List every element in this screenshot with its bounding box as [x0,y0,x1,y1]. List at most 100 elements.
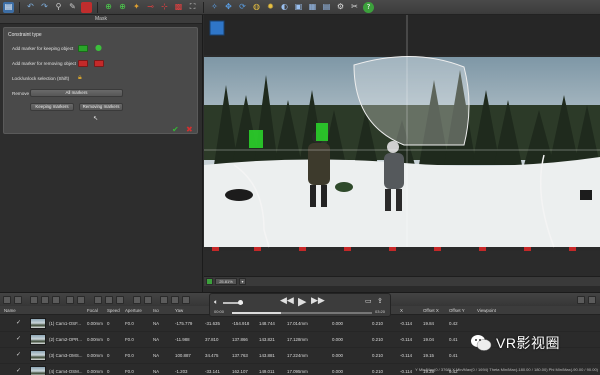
column-header[interactable]: Iso [153,308,159,313]
removing-markers-button[interactable]: Removing markers [79,103,123,111]
reject-icon[interactable]: ✖ [186,125,193,134]
list-tool-icon[interactable] [160,296,168,304]
row-check-icon[interactable]: ✓ [16,351,21,358]
column-header[interactable]: Yaw [175,308,183,313]
list-tool-icon[interactable] [133,296,141,304]
table-cell: -154.918 [232,321,250,326]
volume-icon[interactable]: 🔈︎ [214,298,218,307]
move-icon[interactable]: ✥ [223,2,234,13]
exposure-icon[interactable]: ✹ [265,2,276,13]
panorama-canvas[interactable] [204,15,600,276]
vertical-line-icon[interactable]: ⊹ [159,2,170,13]
volume-handle[interactable] [238,300,243,305]
undo-icon[interactable]: ↶ [25,2,36,13]
list-tool-icon[interactable] [171,296,179,304]
zoom-select[interactable]: 25.81% [215,278,237,285]
crop-icon[interactable]: ⛶ [187,2,198,13]
column-header[interactable]: Speed [107,308,120,313]
table-cell: -33.141 [205,369,220,374]
crosshair-move-icon[interactable]: ⊕ [117,2,128,13]
panorama-viewer[interactable]: 25.81% ▾ [204,15,600,292]
row-check-icon[interactable]: ✓ [16,367,21,374]
color-wheel-icon[interactable]: ◍ [251,2,262,13]
preview-thumbnail[interactable] [209,20,225,36]
save-icon[interactable]: ▤ [3,1,14,13]
rewind-icon[interactable]: ◀◀ [280,296,294,306]
list-tool-icon[interactable] [116,296,124,304]
row-check-icon[interactable]: ✓ [16,335,21,342]
column-header[interactable]: Name [4,308,16,313]
list-tool-icon[interactable] [52,296,60,304]
blend-icon[interactable]: ◐ [279,2,290,13]
batch-icon[interactable]: ▤ [321,2,332,13]
control-point-icon[interactable]: ✦ [131,2,142,13]
column-header[interactable]: Viewpoint [477,308,496,313]
display-icon[interactable]: ▭ [365,297,372,305]
table-row[interactable]: ✓ (1) Cam1-OSF... 0.00mm 0 F0.0 NA -175.779 -31… [0,316,600,332]
table-cell: NA [153,321,160,326]
list-tool-icon[interactable] [94,296,102,304]
crosshair-icon[interactable]: ⊕ [103,2,114,13]
remove-markers-select[interactable]: All markers [30,89,123,97]
list-tool-icon[interactable] [14,296,22,304]
keep-marker-button[interactable] [78,45,88,52]
list-tool-icon[interactable] [30,296,38,304]
column-header[interactable]: Focal [87,308,98,313]
redo-icon[interactable]: ↷ [39,2,50,13]
fit-view-icon[interactable] [206,278,213,285]
column-header[interactable]: Offset Y [449,308,465,313]
remove-marker-alt-button[interactable] [94,60,104,67]
optimize-icon[interactable]: ✧ [209,2,220,13]
table-cell: 17.128mm [287,337,308,342]
fast-forward-icon[interactable]: ▶▶ [311,296,325,306]
zoom-icon[interactable]: ⚲ [53,2,64,13]
table-cell: 0 [107,369,110,374]
table-cell: 0.210 [372,321,383,326]
share-icon[interactable]: ⇪ [377,297,383,305]
render-icon[interactable]: ▦ [307,2,318,13]
table-cell: 100.887 [175,353,191,358]
lock-icon[interactable]: 🔒︎ [78,73,82,82]
table-cell: 34.475 [205,353,219,358]
settings-icon[interactable]: ⚙ [335,2,346,13]
layout-right-icon[interactable] [588,296,596,304]
table-cell: 0.42 [449,321,458,326]
preview-icon[interactable]: ▣ [293,2,304,13]
mask-icon[interactable]: ▩ [173,2,184,13]
remove-marker-button[interactable] [78,60,88,67]
toolbar-separator [19,1,20,13]
list-tool-icon[interactable] [77,296,85,304]
table-cell: 17.224mm [287,353,308,358]
list-tool-icon[interactable] [41,296,49,304]
list-tool-icon[interactable] [182,296,190,304]
column-header[interactable]: X [400,308,403,313]
accept-icon[interactable]: ✔ [172,125,179,134]
zoom-stepper[interactable]: ▾ [239,278,246,285]
rotate-icon[interactable]: ⟳ [237,2,248,13]
edit-icon[interactable]: ✎ [67,2,78,13]
table-cell: -175.779 [175,321,193,326]
tools-icon[interactable]: ✂ [349,2,360,13]
table-cell: 19.84 [423,321,434,326]
list-tool-icon[interactable] [144,296,152,304]
column-header[interactable]: Offset X [423,308,439,313]
stop-icon[interactable] [81,1,92,13]
layout-left-icon[interactable] [577,296,585,304]
row-check-icon[interactable]: ✓ [16,319,21,326]
table-cell: 0 [107,353,110,358]
camera-bag [580,190,592,200]
list-tool-icon[interactable] [105,296,113,304]
list-tool-icon[interactable] [3,296,11,304]
play-icon[interactable]: ▶ [298,295,306,308]
media-controls: 🔈︎ ◀◀ ▶ ▶▶ ▭ ⇪ 00:00 03:20 [209,293,391,317]
scrubber[interactable] [232,312,372,314]
table-cell: NA [153,337,160,342]
table-cell: 143.821 [259,337,275,342]
keeping-markers-button[interactable]: Keeping markers [30,103,74,111]
table-cell: 0 [107,321,110,326]
keep-marker-dot-icon[interactable]: ● [95,43,102,52]
horizon-icon[interactable]: ⊸ [145,2,156,13]
help-icon[interactable]: ? [363,1,374,13]
list-tool-icon[interactable] [66,296,74,304]
column-header[interactable]: Aperture [125,308,142,313]
